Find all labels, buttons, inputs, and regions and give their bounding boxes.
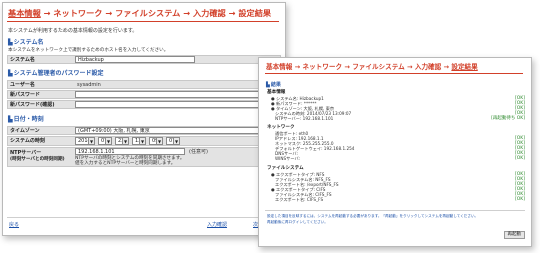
timezone-select[interactable]: (GMT+09:00) 大阪, 札幌, 東京▼: [75, 127, 277, 134]
breadcrumb-step-filesystem: ファイルシステム: [115, 8, 181, 18]
ntp-description-2: 値を入力するとNTPサーバーと時刻同期します。: [75, 161, 176, 166]
second-select[interactable]: 07▼: [166, 137, 180, 145]
chevron-down-icon: ▼: [173, 138, 179, 144]
timezone-label: タイムゾーン: [10, 128, 40, 134]
breadcrumb-arrow: →: [105, 8, 113, 18]
admin-user-row: [7, 80, 281, 89]
confirm-link[interactable]: 入力確認: [207, 222, 227, 228]
breadcrumb-arrow: →: [43, 8, 51, 18]
breadcrumb-underline: [7, 21, 279, 22]
month-select[interactable]: 07▼: [98, 137, 112, 145]
hour-select[interactable]: 13▼: [132, 137, 146, 145]
result-item: エクスポート名: CIFS_FS: [275, 197, 324, 202]
restart-note-2: 再起動後に再ログインしてください。: [267, 220, 328, 224]
section-heading: システム管理者のパスワード設定: [13, 70, 104, 77]
section-marker-icon: ▙: [8, 70, 13, 77]
confirm-password-input[interactable]: [75, 101, 275, 108]
system-name-label: システム名: [10, 57, 35, 63]
status-badge: [OK]: [514, 156, 525, 161]
section-marker-icon: ▙: [8, 116, 13, 123]
breadcrumb-arrow: →: [228, 8, 236, 18]
restart-note-1: 設定した項目を反映するには、システムを再起動する必要があります。「再起動」をクリ…: [267, 214, 479, 218]
ntp-label: NTPサーバー: [10, 150, 42, 156]
minute-select[interactable]: 09▼: [149, 137, 163, 145]
ntp-sublabel: (時刻サーバとの時刻同期): [10, 157, 65, 162]
ntp-note: (任意可): [189, 149, 208, 155]
breadcrumb-step-basic[interactable]: 基本情報: [8, 8, 41, 18]
breadcrumb: 基本情報 → ネットワーク → ファイルシステム → 入力確認 → 設定結果: [8, 8, 271, 18]
system-name-input[interactable]: Hizbackup: [75, 56, 195, 63]
footer-divider: [265, 210, 525, 211]
breadcrumb-arrow: →: [294, 63, 301, 71]
restart-button[interactable]: 再起動: [503, 231, 525, 239]
new-password-input[interactable]: [75, 91, 275, 98]
breadcrumb-underline: [265, 73, 523, 74]
system-time-label: システムの時刻: [10, 138, 45, 144]
basic-info-setup-window: 基本情報 → ネットワーク → ファイルシステム → 入力確認 → 設定結果 本…: [2, 2, 286, 236]
breadcrumb-step-confirm: 入力確認: [414, 63, 442, 71]
section-marker-icon: ▙: [8, 39, 13, 46]
breadcrumb-step-result: 設定結果: [451, 63, 478, 71]
breadcrumb-step-network: ネットワーク: [302, 63, 343, 71]
section-heading: 日付・時刻: [13, 116, 44, 123]
confirm-password-label: 新パスワード(確認): [10, 102, 55, 108]
section-datetime: ▙日付・時刻: [8, 116, 44, 123]
chevron-down-icon: ▼: [139, 138, 145, 144]
chevron-down-icon: ▼: [88, 138, 94, 144]
breadcrumb: 基本情報 → ネットワーク → ファイルシステム → 入力確認 → 設定結果: [266, 63, 478, 71]
section-marker-icon: ▙: [266, 82, 270, 88]
breadcrumb-arrow: →: [443, 63, 450, 71]
new-password-label: 新パスワード: [10, 92, 41, 98]
admin-user-label: ユーザー名: [10, 82, 35, 88]
breadcrumb-step-basic: 基本情報: [266, 63, 293, 71]
chevron-down-icon: ▼: [156, 138, 162, 144]
chevron-down-icon: ▼: [105, 138, 111, 144]
section-result: ▙結果: [266, 82, 281, 89]
day-select[interactable]: 23▼: [115, 137, 129, 145]
breadcrumb-step-filesystem: ファイルシステム: [352, 63, 405, 71]
section-system-name: ▙システム名: [8, 39, 43, 46]
status-badge: [再起動待ち OK]: [491, 116, 525, 121]
ntp-server-input[interactable]: 192.168.1.101: [75, 148, 185, 155]
breadcrumb-step-network: ネットワーク: [53, 8, 103, 18]
section-admin-password: ▙システム管理者のパスワード設定: [8, 70, 103, 77]
timezone-value: (GMT+09:00) 大阪, 札幌, 東京: [78, 128, 150, 134]
footer-divider: [7, 217, 281, 218]
setup-result-window: 基本情報 → ネットワーク → ファイルシステム → 入力確認 → 設定結果 ▙…: [258, 57, 532, 247]
admin-user-value: sysadmin: [77, 82, 101, 88]
section-heading: 結果: [270, 82, 281, 88]
breadcrumb-step-confirm: 入力確認: [192, 8, 226, 18]
back-link[interactable]: 戻る: [9, 222, 19, 228]
result-item: NTPサーバー: 192.168.1.101: [275, 116, 334, 121]
breadcrumb-step-result: 設定結果: [238, 8, 272, 18]
intro-text: 本システムが利用するための基本情報の設定を行います。: [8, 28, 138, 34]
chevron-down-icon: ▼: [122, 138, 128, 144]
year-select[interactable]: 2014 ▼: [75, 137, 95, 145]
breadcrumb-arrow: →: [407, 63, 413, 71]
breadcrumb-arrow: →: [344, 63, 350, 71]
result-item: WINSサーバ:: [275, 156, 301, 161]
section-heading: システム名: [13, 39, 44, 46]
status-badge: [OK]: [514, 197, 525, 202]
breadcrumb-arrow: →: [183, 8, 191, 18]
system-name-description: 本システムをネットワーク上で識別するためのホスト名を入力してください。: [8, 48, 169, 53]
